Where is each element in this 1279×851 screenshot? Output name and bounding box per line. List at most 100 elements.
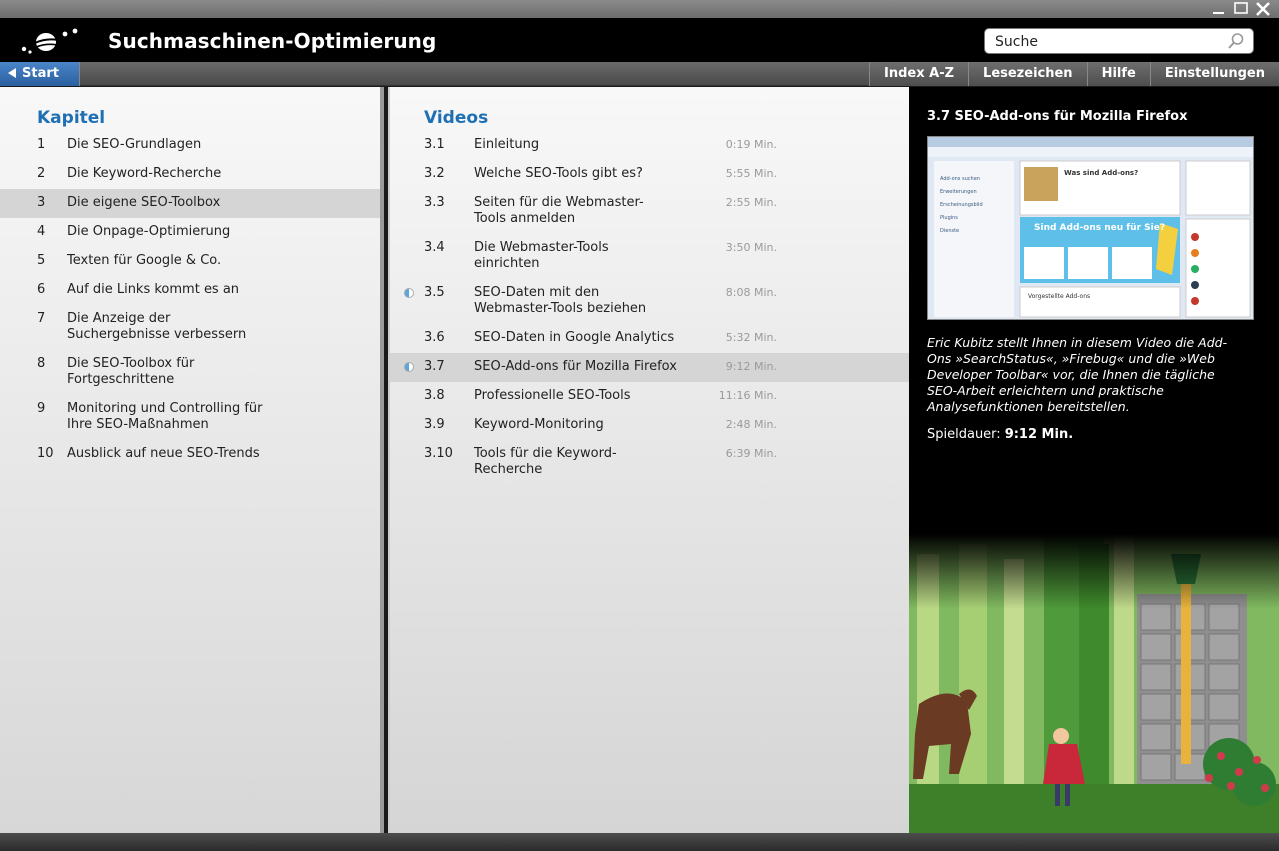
video-duration: 5:32 Min.: [725, 331, 777, 344]
chapter-number: 3: [37, 195, 46, 210]
video-label: Tools für die Keyword-Recherche: [474, 446, 617, 477]
maximize-icon[interactable]: [1230, 0, 1252, 18]
start-button[interactable]: Start: [0, 62, 80, 86]
chapter-number: 9: [37, 401, 46, 416]
chapter-item[interactable]: 8 Die SEO-Toolbox für Fortgeschrittene: [0, 350, 380, 395]
thumbnail-sidebar-item: Erweiterungen: [940, 189, 977, 195]
search-icon[interactable]: [1227, 32, 1245, 50]
logo-icon: [18, 26, 80, 56]
detail-description: Eric Kubitz stellt Ihnen in diesem Video…: [927, 335, 1228, 414]
video-number: 3.1: [424, 137, 445, 152]
video-duration: 6:39 Min.: [725, 447, 777, 460]
video-number: 3.3: [424, 195, 445, 210]
nav-tabs: Index A-Z Lesezeichen Hilfe Einstellunge…: [869, 62, 1279, 86]
video-item-active[interactable]: 3.7 SEO-Add-ons für Mozilla Firefox 9:12 M…: [390, 353, 909, 382]
video-item[interactable]: 3.3 Seiten für die Webmaster-Tools anmeld…: [390, 189, 909, 234]
video-label: SEO-Daten in Google Analytics: [474, 330, 675, 345]
video-number: 3.5: [424, 285, 445, 300]
video-item[interactable]: 3.10 Tools für die Keyword-Recherche 6:39 …: [390, 440, 909, 485]
video-duration: 2:48 Min.: [725, 418, 777, 431]
chapter-item[interactable]: 9 Monitoring und Controlling für Ihre SEO…: [0, 395, 380, 440]
video-number: 3.8: [424, 388, 445, 403]
video-number: 3.2: [424, 166, 445, 181]
chapter-number: 5: [37, 253, 46, 268]
video-label: SEO-Daten mit den Webmaster-Tools bezieh…: [474, 285, 647, 316]
chapter-label: Ausblick auf neue SEO-Trends: [67, 446, 260, 461]
chapter-item[interactable]: 6 Auf die Links kommt es an: [0, 276, 380, 305]
tab-bookmarks[interactable]: Lesezeichen: [968, 62, 1087, 86]
window-titlebar: [0, 0, 1279, 18]
detail-title: 3.7 SEO-Add-ons für Mozilla Firefox: [927, 109, 1188, 124]
chapter-item[interactable]: 7 Die Anzeige der Suchergebnisse verbesse…: [0, 305, 380, 350]
progress-indicator-icon: [404, 362, 414, 372]
video-thumbnail[interactable]: Was sind Add-ons? Sind Add-ons neu für S…: [927, 136, 1254, 320]
chapter-item[interactable]: 10 Ausblick auf neue SEO-Trends: [0, 440, 380, 469]
video-item[interactable]: 3.9 Keyword-Monitoring 2:48 Min.: [390, 411, 909, 440]
video-duration: 9:12 Min.: [725, 360, 777, 373]
video-number: 3.10: [424, 446, 453, 461]
chapter-item[interactable]: 5 Texten für Google & Co.: [0, 247, 380, 276]
thumbnail-sidebar-item: Dienste: [940, 228, 960, 234]
video-duration: 3:50 Min.: [725, 241, 777, 254]
chapter-label: Die SEO-Grundlagen: [67, 137, 202, 152]
video-label: Seiten für die Webmaster-Tools anmelden: [474, 195, 644, 226]
video-duration: 2:55 Min.: [725, 196, 777, 209]
app-header: Suchmaschinen-Optimierung: [0, 18, 1279, 62]
video-label: Professionelle SEO-Tools: [474, 388, 631, 403]
chapter-item[interactable]: 4 Die Onpage-Optimierung: [0, 218, 380, 247]
video-duration: 0:19 Min.: [725, 138, 777, 151]
video-label: Keyword-Monitoring: [474, 417, 604, 432]
chapter-label: Die Onpage-Optimierung: [67, 224, 231, 239]
video-item[interactable]: 3.5 SEO-Daten mit den Webmaster-Tools bez…: [390, 279, 909, 324]
chapter-label: Die Keyword-Recherche: [67, 166, 222, 181]
close-icon[interactable]: [1252, 0, 1274, 18]
navigation-bar: Start Index A-Z Lesezeichen Hilfe Einste…: [0, 62, 1279, 86]
minimize-icon[interactable]: [1208, 0, 1230, 18]
chapter-number: 7: [37, 311, 46, 326]
thumbnail-sidebar-item: Add-ons suchen: [940, 176, 980, 182]
thumbnail-sidebar: Add-ons suchen Erweiterungen Erscheinung…: [940, 173, 983, 238]
detail-duration: Spieldauer: 9:12 Min.: [927, 427, 1073, 442]
video-panel: Videos 3.1 Einleitung 0:19 Min. 3.2 Welche …: [388, 87, 909, 833]
chapter-item-active[interactable]: 3 Die eigene SEO-Toolbox: [0, 189, 380, 218]
duration-label: Spieldauer:: [927, 427, 1001, 442]
thumbnail-sidebar-item: Erscheinungsbild: [940, 202, 983, 208]
video-label: Einleitung: [474, 137, 540, 152]
video-item[interactable]: 3.2 Welche SEO-Tools gibt es? 5:55 Min.: [390, 160, 909, 189]
video-number: 3.7: [424, 359, 445, 374]
duration-value: 9:12 Min.: [1004, 427, 1074, 442]
video-item[interactable]: 3.4 Die Webmaster-Tools einrichten 3:50 Mi…: [390, 234, 909, 279]
search-field[interactable]: [984, 28, 1254, 54]
video-item[interactable]: 3.1 Einleitung 0:19 Min.: [390, 131, 909, 160]
video-list: 3.1 Einleitung 0:19 Min. 3.2 Welche SEO-Too…: [390, 131, 909, 485]
thumbnail-heading: Was sind Add-ons?: [1064, 169, 1139, 177]
chapter-number: 8: [37, 356, 46, 371]
thumbnail-banner: Sind Add-ons neu für Sie?: [1034, 223, 1166, 233]
video-duration: 5:55 Min.: [725, 167, 777, 180]
chapter-label: Die Anzeige der Suchergebnisse verbesser…: [67, 311, 247, 342]
chapter-label: Die eigene SEO-Toolbox: [67, 195, 221, 210]
chapter-label: Monitoring und Controlling für Ihre SEO-…: [67, 401, 263, 432]
tab-index[interactable]: Index A-Z: [869, 62, 969, 86]
video-label: SEO-Add-ons für Mozilla Firefox: [474, 359, 677, 374]
chapter-label: Die SEO-Toolbox für Fortgeschrittene: [67, 356, 195, 387]
chapter-panel: Kapitel 1 Die SEO-Grundlagen 2 Die Keyword…: [0, 87, 384, 833]
video-number: 3.4: [424, 240, 445, 255]
video-item[interactable]: 3.6 SEO-Daten in Google Analytics 5:32 Min…: [390, 324, 909, 353]
chapter-number: 6: [37, 282, 46, 297]
chapter-item[interactable]: 1 Die SEO-Grundlagen: [0, 131, 380, 160]
video-label: Die Webmaster-Tools einrichten: [474, 240, 609, 271]
chapter-item[interactable]: 2 Die Keyword-Recherche: [0, 160, 380, 189]
tab-help[interactable]: Hilfe: [1086, 62, 1150, 86]
video-item[interactable]: 3.8 Professionelle SEO-Tools 11:16 Min.: [390, 382, 909, 411]
video-heading: Videos: [424, 108, 489, 128]
search-input[interactable]: [995, 33, 1225, 51]
thumbnail-footer: Vorgestellte Add-ons: [1028, 293, 1091, 300]
thumbnail-sidebar-item: Plugins: [940, 215, 958, 221]
chapter-number: 2: [37, 166, 46, 181]
tab-settings[interactable]: Einstellungen: [1149, 62, 1279, 86]
app-title: Suchmaschinen-Optimierung: [108, 29, 437, 53]
video-duration: 8:08 Min.: [725, 286, 777, 299]
chapter-list: 1 Die SEO-Grundlagen 2 Die Keyword-Recherc…: [0, 131, 380, 469]
status-bar: [0, 833, 1279, 851]
